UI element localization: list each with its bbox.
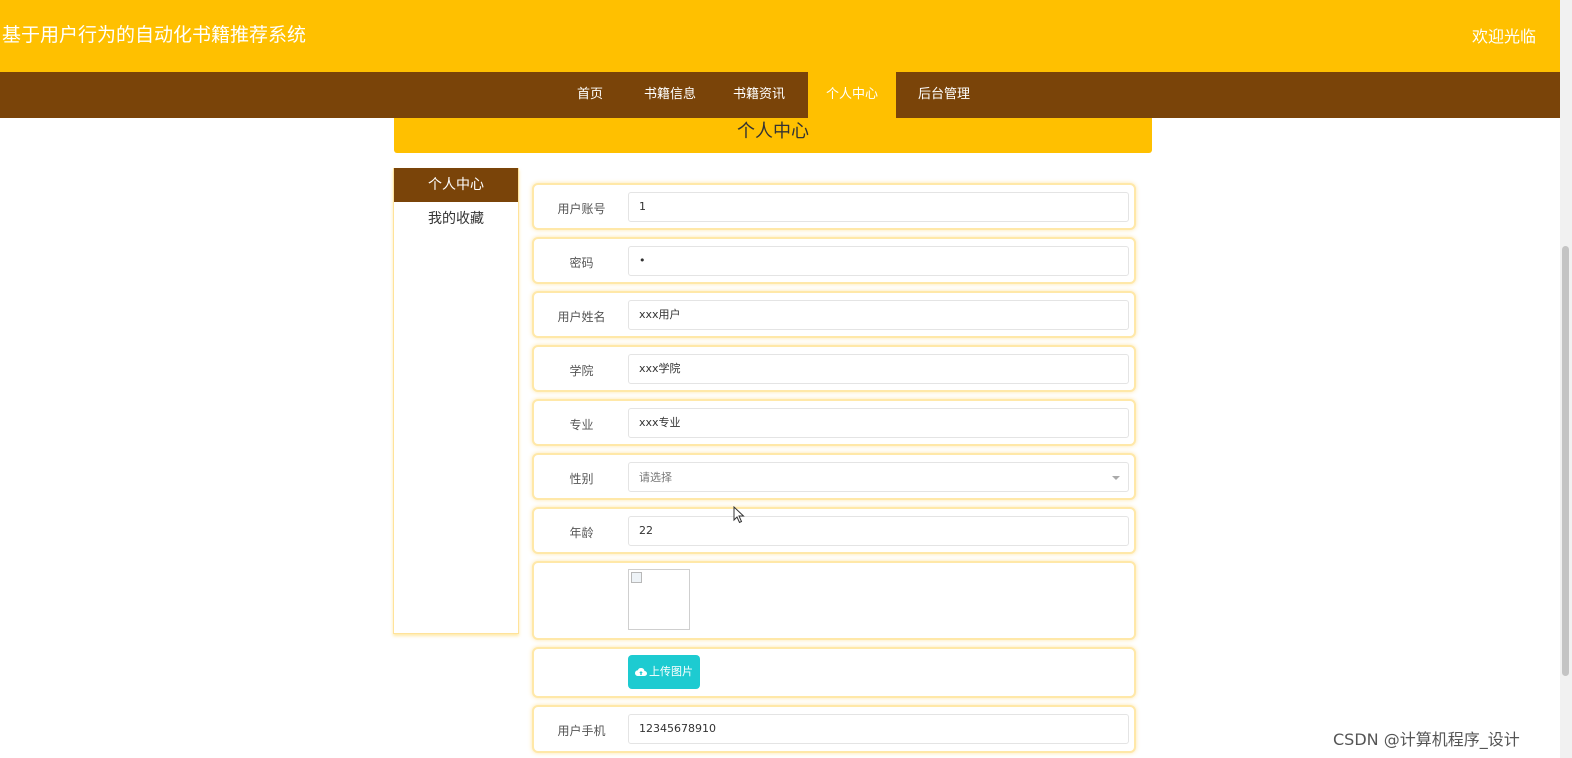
cloud-upload-icon <box>635 668 647 677</box>
name-label: 用户姓名 <box>557 310 606 324</box>
phone-label: 用户手机 <box>557 724 606 738</box>
major-label: 专业 <box>569 418 594 432</box>
page-scrollbar-thumb[interactable] <box>1562 246 1569 676</box>
form-row-name: 用户姓名 <box>532 291 1136 338</box>
mouse-cursor-icon <box>733 506 745 524</box>
college-label: 学院 <box>569 364 594 378</box>
broken-image-icon <box>631 572 642 583</box>
account-label: 用户账号 <box>557 202 606 216</box>
form-row-phone: 用户手机 <box>532 705 1136 753</box>
csdn-watermark: CSDN @计算机程序_设计 <box>1333 730 1520 749</box>
form-row-account: 用户账号 <box>532 183 1136 230</box>
upload-image-button[interactable]: 上传图片 <box>628 655 700 689</box>
password-label: 密码 <box>569 256 594 270</box>
upload-button-label: 上传图片 <box>649 665 693 678</box>
form-row-gender: 性别 请选择 <box>532 453 1136 500</box>
college-input[interactable] <box>628 354 1129 384</box>
gender-select-placeholder: 请选择 <box>639 471 672 484</box>
sidebar-item-personal-center[interactable]: 个人中心 <box>394 168 518 202</box>
sidebar: 个人中心 我的收藏 <box>393 168 519 634</box>
top-header: 基于用户行为的自动化书籍推荐系统 欢迎光临 <box>0 0 1560 72</box>
nav-book-news[interactable]: 书籍资讯 <box>727 72 791 118</box>
form-row-avatar-preview <box>532 561 1136 640</box>
welcome-text: 欢迎光临 <box>1471 27 1536 46</box>
form-row-major: 专业 <box>532 399 1136 446</box>
form-row-age: 年龄 <box>532 507 1136 554</box>
site-title: 基于用户行为的自动化书籍推荐系统 <box>2 24 307 46</box>
sidebar-item-favorites[interactable]: 我的收藏 <box>394 202 518 236</box>
nav-admin[interactable]: 后台管理 <box>912 72 976 118</box>
nav-home[interactable]: 首页 <box>566 72 614 118</box>
password-input[interactable] <box>628 246 1129 276</box>
account-input[interactable] <box>628 192 1129 222</box>
gender-label: 性别 <box>569 472 594 486</box>
avatar-preview-image <box>628 569 690 630</box>
nav-personal-center[interactable]: 个人中心 <box>808 72 896 118</box>
name-input[interactable] <box>628 300 1129 330</box>
main-nav: 首页 书籍信息 书籍资讯 个人中心 后台管理 <box>0 72 1560 118</box>
nav-book-info[interactable]: 书籍信息 <box>638 72 702 118</box>
phone-input[interactable] <box>628 714 1129 744</box>
form-row-password: 密码 <box>532 237 1136 284</box>
page-title: 个人中心 <box>394 118 1152 153</box>
age-input[interactable] <box>628 516 1129 546</box>
gender-select[interactable]: 请选择 <box>628 462 1129 492</box>
major-input[interactable] <box>628 408 1129 438</box>
form-row-upload: 上传图片 <box>532 647 1136 698</box>
age-label: 年龄 <box>569 526 594 540</box>
chevron-down-icon <box>1112 476 1120 480</box>
form-row-college: 学院 <box>532 345 1136 392</box>
